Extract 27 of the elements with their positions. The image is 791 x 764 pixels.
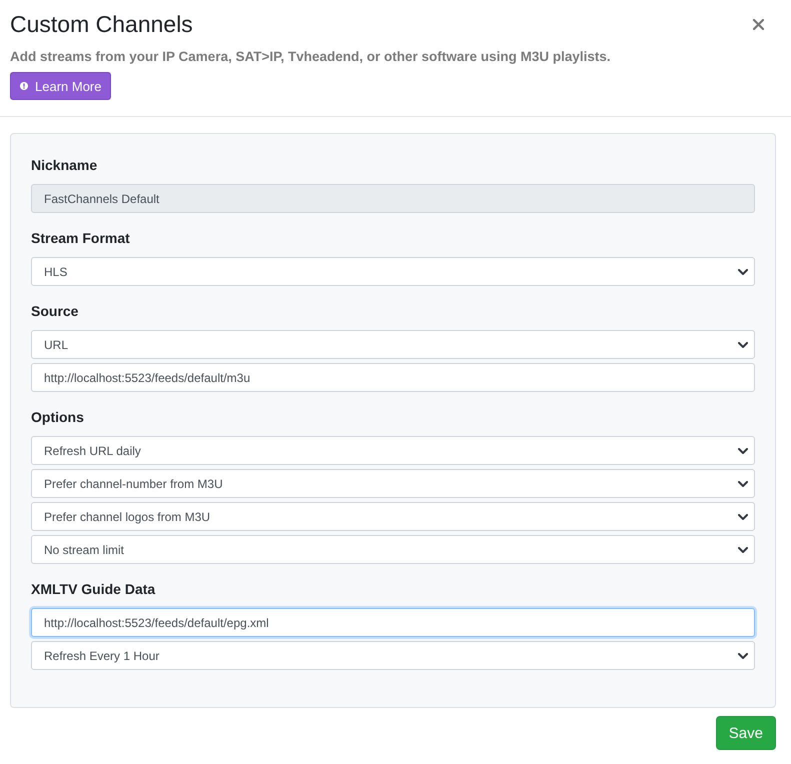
- text-field[interactable]: http://localhost:5523/feeds/default/m3u: [31, 363, 755, 392]
- chevron-down-icon: [738, 652, 748, 658]
- dropdown[interactable]: Refresh URL daily: [31, 436, 755, 465]
- text-field[interactable]: http://localhost:5523/feeds/default/epg.xml: [31, 608, 755, 637]
- chevron-down-icon: [738, 546, 748, 552]
- chevron-down-icon: [738, 268, 748, 274]
- chevron-down-icon: [738, 448, 748, 454]
- dropdown[interactable]: Prefer channel logos from M3U: [31, 502, 755, 531]
- chevron-down-icon: [738, 480, 748, 486]
- dropdown[interactable]: Prefer channel-number from M3U: [31, 469, 755, 498]
- close-icon[interactable]: [753, 18, 764, 30]
- field-label: Nickname: [31, 156, 98, 175]
- learn-more-button[interactable]: Learn More: [10, 72, 112, 100]
- text-field: FastChannels Default: [31, 184, 755, 213]
- info-icon: [20, 82, 28, 90]
- dropdown[interactable]: URL: [31, 330, 755, 359]
- dropdown[interactable]: Refresh Every 1 Hour: [31, 641, 755, 670]
- dropdown[interactable]: HLS: [31, 257, 755, 286]
- chevron-down-icon: [738, 342, 748, 348]
- dialog-description: Add streams from your IP Camera, SAT>IP, Tvheadend, or other software using M3U playlists.: [10, 48, 612, 66]
- field-label: XMLTV Guide Data: [31, 580, 156, 599]
- chevron-down-icon: [738, 514, 748, 520]
- field-label: Stream Format: [31, 229, 131, 248]
- field-label: Source: [31, 302, 80, 321]
- dropdown[interactable]: No stream limit: [31, 535, 755, 564]
- dialog-title: Custom Channels: [10, 10, 193, 38]
- field-label: Options: [31, 408, 85, 427]
